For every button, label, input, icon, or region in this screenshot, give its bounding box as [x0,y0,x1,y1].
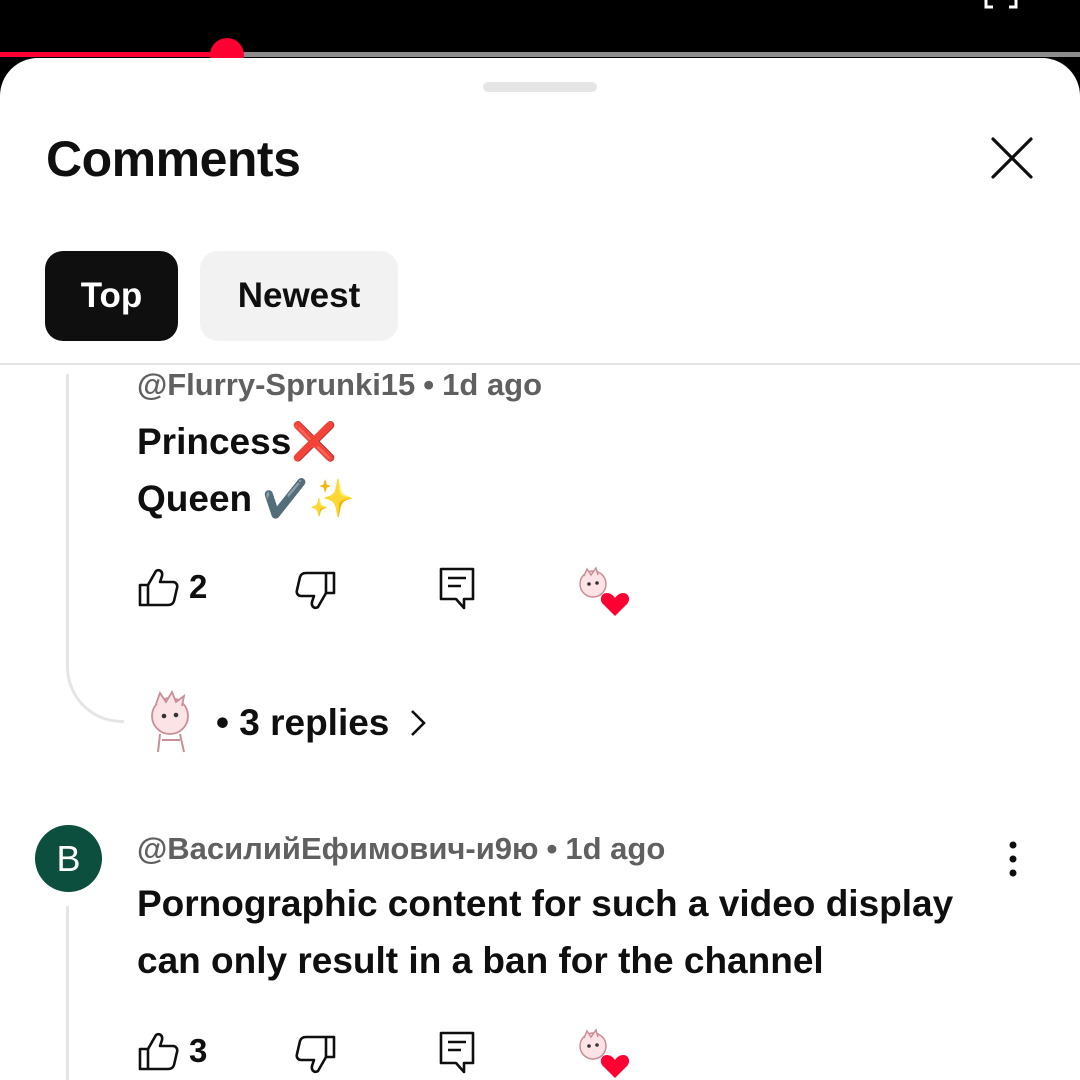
comment-meta: @ВасилийЕфимович-и9ю • 1d ago [137,831,666,866]
thread-line [66,374,124,723]
like-count: 3 [189,1032,208,1069]
thread-line [66,906,69,1080]
sort-chip-top[interactable]: Top [45,251,178,341]
creator-heart-icon [579,1028,630,1078]
reply-icon [439,1031,475,1074]
reply-button[interactable] [439,1031,475,1075]
like-count: 2 [189,568,208,605]
like-button[interactable]: 3 [137,1030,207,1072]
chevron-right-icon [411,710,427,736]
sheet-title: Comments [46,131,301,187]
dislike-button[interactable] [295,570,337,612]
avatar[interactable]: B [35,825,102,892]
comment-time: 1d ago [442,367,543,402]
comment-line: Pornographic content for such a video di… [137,883,954,924]
more-vert-icon [1009,841,1017,877]
sort-chip-newest[interactable]: Newest [200,251,398,341]
thumbs-up-icon [138,1032,179,1071]
thumbs-up-icon [138,568,179,607]
header-divider [0,363,1080,365]
comment-line: Queen ✔️✨ [137,478,355,519]
comment-time: 1d ago [565,831,666,866]
video-progress-fill [0,52,227,57]
comment-author[interactable]: @Flurry-Sprunki15 [137,367,415,402]
comment-meta: @Flurry-Sprunki15 • 1d ago [137,367,543,402]
more-button[interactable] [996,838,1030,882]
close-button[interactable] [984,134,1040,186]
view-replies-button[interactable]: • 3 replies [142,688,433,758]
replies-count: • 3 replies [216,702,390,743]
comment-line: Princess❌ [137,421,338,462]
thumbs-down-icon [295,1035,336,1074]
fullscreen-icon[interactable] [984,0,1018,10]
creator-heart-icon [579,566,630,616]
creator-avatar [151,690,189,753]
like-button[interactable]: 2 [137,566,207,608]
comment-line: can only result in a ban for the channel [137,940,824,981]
comment-body: Princess❌ Queen ✔️✨ [137,413,355,527]
reply-icon [439,567,475,610]
sheet-drag-handle[interactable] [483,82,597,92]
thumbs-down-icon [295,571,336,610]
video-player[interactable] [0,0,1080,72]
video-progress-bar[interactable] [0,52,1080,57]
comment-body: Pornographic content for such a video di… [137,875,953,989]
close-icon [991,137,1033,179]
dislike-button[interactable] [295,1034,337,1076]
comments-sheet: Comments Top Newest @Flurry-Sprunki15 • 1d… [0,58,1080,1080]
reply-button[interactable] [439,567,475,611]
comment-author[interactable]: @ВасилийЕфимович-и9ю [137,831,539,866]
